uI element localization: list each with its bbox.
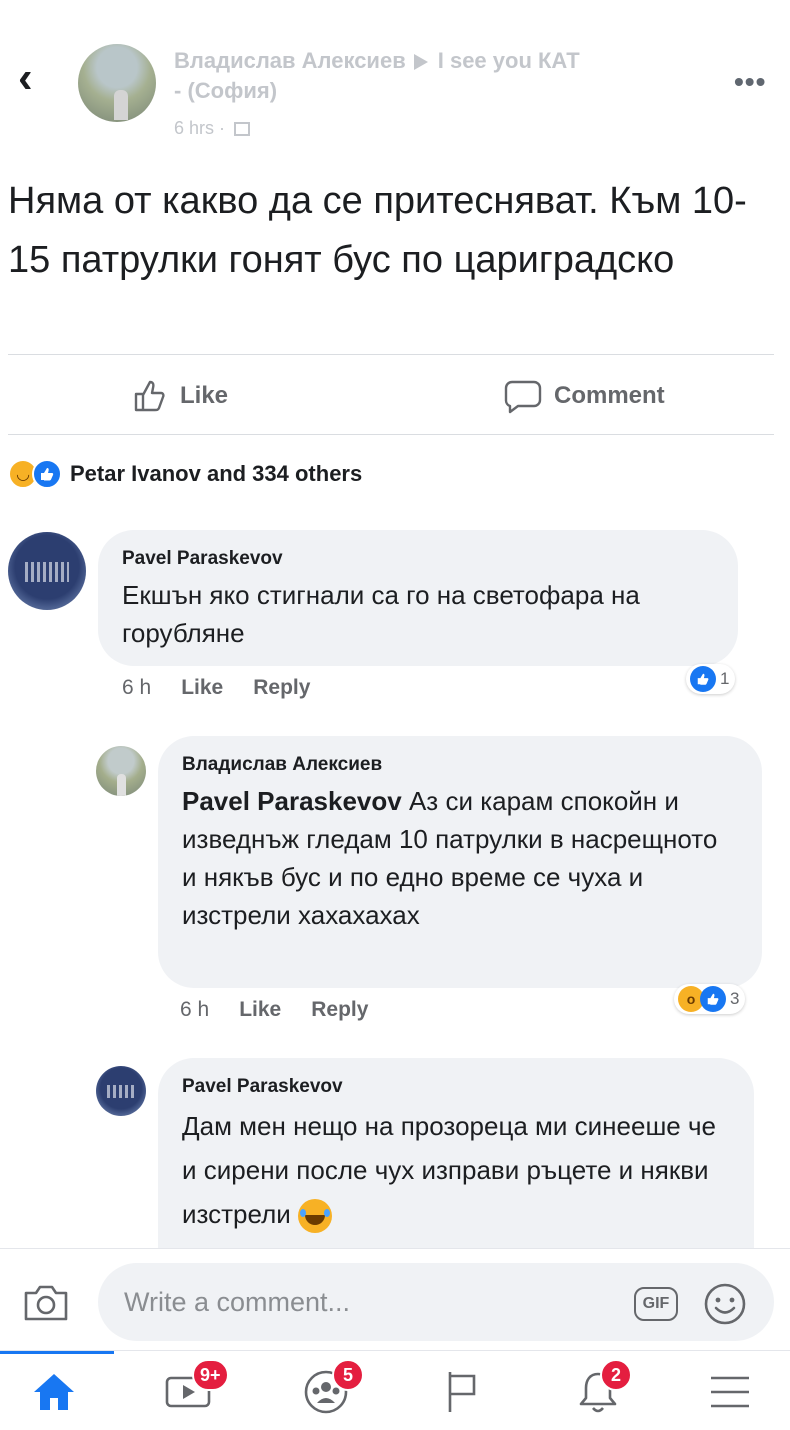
author-name[interactable]: Владислав Алексиев [174,48,406,73]
comment-like-button[interactable]: Like [181,676,223,700]
reaction-count: 1 [720,669,730,688]
reactions-summary[interactable]: ◡ Petar Ivanov and 334 others [8,456,362,492]
notification-badge: 2 [600,1359,632,1391]
groups-tab[interactable]: 5 [296,1359,364,1417]
avatar[interactable] [96,1066,146,1116]
menu-tab[interactable] [700,1367,760,1417]
post-header: ‹ Владислав Алексиев I see you КАТ - (Соф… [0,0,790,160]
comment-author[interactable]: Pavel Paraskevov [182,1074,730,1100]
pages-tab[interactable] [432,1367,492,1417]
comment-text: Pavel Paraskevov Аз си карам спокойн и и… [182,782,738,934]
comment-like-button[interactable]: Like [239,998,281,1022]
comment-reaction-badge[interactable]: 1 [686,664,736,694]
divider [8,354,774,355]
comment-input-placeholder: Write a comment... [124,1287,351,1317]
comment-time: 6 h [122,676,152,699]
like-button[interactable]: Like [132,374,228,418]
pages-flag-icon [448,1372,476,1412]
comment-meta: 6 h Like Reply [122,676,310,700]
emoji-smiley-icon[interactable] [702,1281,748,1327]
write-comment-bar: Write a comment... GIF [0,1248,790,1350]
comment-bubble: Pavel Paraskevov Екшън яко стигнали са г… [98,530,738,666]
gif-button[interactable]: GIF [634,1287,678,1321]
bottom-nav: 9+ 5 2 [0,1350,790,1430]
comment-button[interactable]: Comment [504,374,665,418]
back-arrow-icon[interactable]: ‹ [18,56,48,100]
thumbs-up-icon [134,380,165,412]
comment-text: Екшън яко стигнали са го на светофара на… [122,580,640,648]
post-time: 6 hrs · [174,118,226,138]
notification-badge: 5 [332,1359,364,1391]
like-label: Like [180,382,229,409]
post-actions: Like Comment [0,360,790,434]
notification-badge: 9+ [192,1359,229,1391]
home-icon [34,1374,74,1410]
comment-text-body: Дам мен нещо на прозореца ми синееше че … [182,1111,716,1229]
comment-reply-button[interactable]: Reply [311,998,368,1022]
laughing-emoji-icon [298,1199,333,1234]
comment-bubble: Владислав Алексиев Pavel Paraskevov Аз с… [158,736,762,988]
comment-author[interactable]: Владислав Алексиев [182,752,738,778]
author-avatar[interactable] [78,44,156,122]
comment-meta: 6 h Like Reply [180,998,368,1022]
comment-time: 6 h [180,998,210,1021]
more-dots-icon[interactable]: ••• [734,66,766,98]
group-name-suffix[interactable]: - (София) [174,78,277,103]
notifications-tab[interactable]: 2 [568,1359,632,1417]
group-name[interactable]: I see you КАТ [438,48,580,73]
comment-text: Дам мен нещо на прозореца ми синееше че … [182,1104,730,1236]
avatar[interactable] [8,532,86,610]
group-privacy-icon [234,122,251,137]
comment-bubble: Pavel Paraskevov Дам мен нещо на прозоре… [158,1058,754,1258]
like-reaction-icon [32,459,62,489]
comment-author[interactable]: Pavel Paraskevov [122,546,714,572]
divider [8,434,774,435]
like-reaction-icon [700,986,726,1012]
mention-tag[interactable]: Pavel Paraskevov [182,786,402,816]
post-body: Няма от какво да се притесняват. Към 10-… [8,180,747,281]
watch-tab[interactable]: 9+ [158,1359,229,1417]
comment-bubble-icon [504,380,542,414]
home-tab[interactable] [24,1367,84,1417]
comment-reaction-badge[interactable]: o 3 [674,984,746,1014]
post-meta: 6 hrs · [174,118,251,139]
reaction-count: 3 [730,989,740,1008]
comment-label: Comment [554,382,665,409]
comment-reply-button[interactable]: Reply [253,676,310,700]
like-reaction-icon [690,666,716,692]
share-arrow-icon [413,54,428,71]
avatar[interactable] [96,746,146,796]
active-tab-indicator [0,1351,114,1354]
post-title-line: Владислав Алексиев I see you КАТ - (София… [174,46,714,106]
reactions-summary-text: Petar Ivanov and 334 others [70,461,363,486]
camera-icon[interactable] [22,1283,70,1323]
menu-icon [711,1376,749,1408]
